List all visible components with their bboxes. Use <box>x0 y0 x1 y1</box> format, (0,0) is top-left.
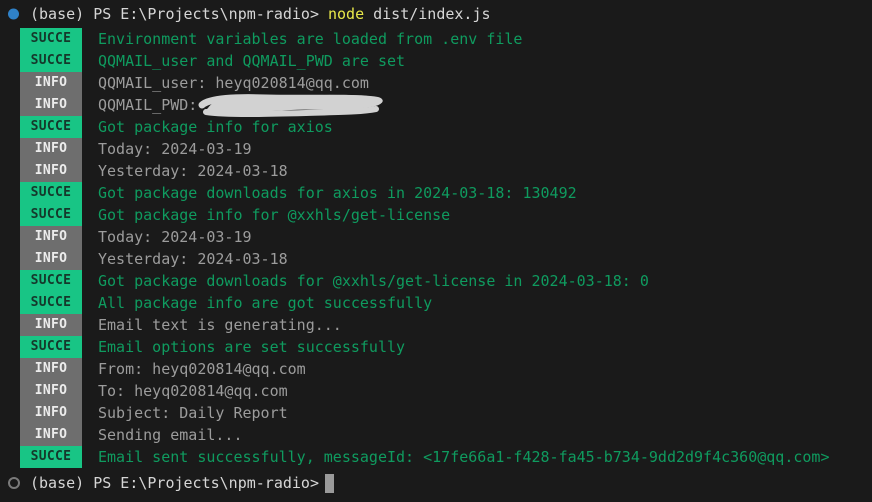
log-gutter <box>0 402 20 424</box>
log-level-badge: INFO <box>20 402 82 424</box>
log-row: SUCCE Got package info for axios <box>0 116 872 138</box>
log-gutter <box>0 116 20 138</box>
log-output: SUCCE Environment variables are loaded fr… <box>0 28 872 468</box>
log-message: Got package info for axios <box>98 118 333 136</box>
log-row: INFO QQMAIL_user: heyq020814@qq.com <box>0 72 872 94</box>
hollow-circle-icon <box>8 477 20 489</box>
log-row: INFO Yesterday: 2024-03-18 <box>0 248 872 270</box>
log-level-badge: INFO <box>20 226 82 248</box>
log-gutter <box>0 380 20 402</box>
final-prompt-line[interactable]: (base) PS E:\Projects\npm-radio> <box>0 468 872 498</box>
log-row: SUCCE Got package downloads for axios in … <box>0 182 872 204</box>
log-row: INFO Yesterday: 2024-03-18 <box>0 160 872 182</box>
log-message: Yesterday: 2024-03-18 <box>98 250 288 268</box>
log-row: INFO Today: 2024-03-19 <box>0 226 872 248</box>
log-row: INFO To: heyq020814@qq.com <box>0 380 872 402</box>
log-gutter <box>0 226 20 248</box>
filled-circle-icon <box>8 8 19 20</box>
log-row: INFO From: heyq020814@qq.com <box>0 358 872 380</box>
log-gutter <box>0 182 20 204</box>
log-message: From: heyq020814@qq.com <box>98 360 306 378</box>
log-gutter <box>0 248 20 270</box>
final-prompt-path: (base) PS E:\Projects\npm-radio> <box>30 474 319 492</box>
log-level-badge: INFO <box>20 72 82 94</box>
log-row: SUCCE All package info are got successful… <box>0 292 872 314</box>
log-gutter <box>0 270 20 292</box>
log-message: Email text is generating... <box>98 316 342 334</box>
log-level-badge: INFO <box>20 380 82 402</box>
log-row: SUCCE Got package info for @xxhls/get-lic… <box>0 204 872 226</box>
log-gutter <box>0 446 20 468</box>
log-row: SUCCE Email options are set successfully <box>0 336 872 358</box>
log-gutter <box>0 314 20 336</box>
log-message: QQMAIL_PWD: <box>98 96 207 114</box>
command-arguments: dist/index.js <box>373 5 491 23</box>
log-row: SUCCE Got package downloads for @xxhls/ge… <box>0 270 872 292</box>
log-level-badge: INFO <box>20 358 82 380</box>
log-level-badge: SUCCE <box>20 182 82 204</box>
log-row: INFO Subject: Daily Report <box>0 402 872 424</box>
log-message: Got package downloads for @xxhls/get-lic… <box>98 272 649 290</box>
log-level-badge: SUCCE <box>20 28 82 50</box>
log-level-badge: SUCCE <box>20 50 82 72</box>
log-message: Subject: Daily Report <box>98 404 288 422</box>
log-message: Got package downloads for axios in 2024-… <box>98 184 577 202</box>
log-row: INFO Sending email... <box>0 424 872 446</box>
log-gutter <box>0 424 20 446</box>
log-row: INFO Email text is generating... <box>0 314 872 336</box>
log-gutter <box>0 138 20 160</box>
command-prompt-line: (base) PS E:\Projects\npm-radio> node di… <box>0 0 872 28</box>
log-gutter <box>0 50 20 72</box>
log-row: SUCCE Environment variables are loaded fr… <box>0 28 872 50</box>
log-message: Today: 2024-03-19 <box>98 140 252 158</box>
log-message: Yesterday: 2024-03-18 <box>98 162 288 180</box>
log-message: Email options are set successfully <box>98 338 406 356</box>
terminal-window[interactable]: (base) PS E:\Projects\npm-radio> node di… <box>0 0 872 502</box>
log-gutter <box>0 204 20 226</box>
log-message: QQMAIL_user: heyq020814@qq.com <box>98 74 369 92</box>
log-row: INFO Today: 2024-03-19 <box>0 138 872 160</box>
log-level-badge: SUCCE <box>20 116 82 138</box>
log-level-badge: INFO <box>20 160 82 182</box>
log-gutter <box>0 94 20 116</box>
log-gutter <box>0 336 20 358</box>
log-message: Sending email... <box>98 426 243 444</box>
command-keyword: node <box>327 5 365 23</box>
log-level-badge: INFO <box>20 248 82 270</box>
log-row: INFO QQMAIL_PWD: <box>0 94 872 116</box>
log-message: Today: 2024-03-19 <box>98 228 252 246</box>
log-level-badge: INFO <box>20 424 82 446</box>
log-row: SUCCE QQMAIL_user and QQMAIL_PWD are set <box>0 50 872 72</box>
log-message: All package info are got successfully <box>98 294 433 312</box>
log-level-badge: SUCCE <box>20 336 82 358</box>
log-gutter <box>0 160 20 182</box>
prompt-path: (base) PS E:\Projects\npm-radio> <box>30 5 319 23</box>
log-level-badge: INFO <box>20 138 82 160</box>
log-level-badge: SUCCE <box>20 204 82 226</box>
log-message: Got package info for @xxhls/get-license <box>98 206 451 224</box>
log-level-badge: INFO <box>20 94 82 116</box>
log-gutter <box>0 292 20 314</box>
log-level-badge: SUCCE <box>20 270 82 292</box>
log-row: SUCCE Email sent successfully, messageId:… <box>0 446 872 468</box>
log-level-badge: SUCCE <box>20 446 82 468</box>
log-message: Environment variables are loaded from .e… <box>98 30 523 48</box>
log-gutter <box>0 358 20 380</box>
block-cursor <box>324 473 334 493</box>
log-level-badge: SUCCE <box>20 292 82 314</box>
log-level-badge: INFO <box>20 314 82 336</box>
log-gutter <box>0 72 20 94</box>
log-message: To: heyq020814@qq.com <box>98 382 288 400</box>
log-gutter <box>0 28 20 50</box>
log-message: Email sent successfully, messageId: <17f… <box>98 448 830 466</box>
log-message: QQMAIL_user and QQMAIL_PWD are set <box>98 52 406 70</box>
